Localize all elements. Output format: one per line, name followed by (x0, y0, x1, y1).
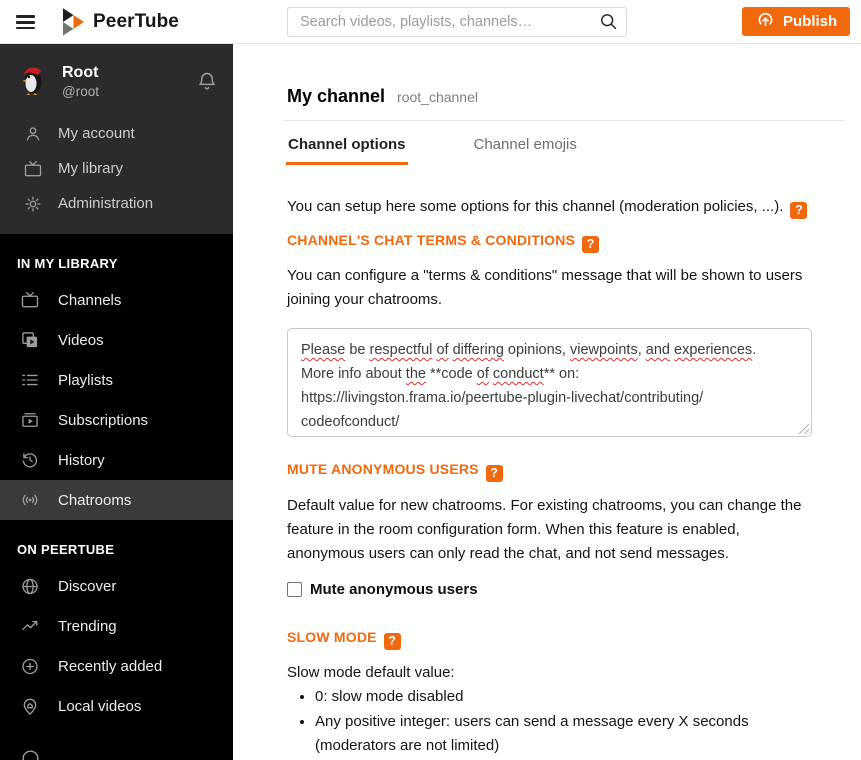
publish-label: Publish (783, 13, 838, 30)
main-content: My channel root_channel Channel options Ch… (233, 44, 861, 760)
sidebar-item-videos[interactable]: Videos (0, 320, 233, 360)
topbar: PeerTube Publish (0, 0, 861, 44)
search-input[interactable] (287, 7, 627, 37)
account-menu: My account My library Administration (0, 116, 233, 221)
sidebar-item-subscriptions[interactable]: Subscriptions (0, 400, 233, 440)
sidebar-item-label: My library (58, 160, 124, 177)
subscriptions-icon (20, 410, 40, 430)
sidebar-sections: IN MY LIBRARY Channels Videos Playlists Subs… (0, 256, 233, 726)
sidebar-item-label: Channels (58, 291, 122, 309)
slow-mode-bullet: Any positive integer: users can send a m… (315, 710, 812, 759)
brand-home-link[interactable]: PeerTube (63, 0, 179, 44)
home-pin-icon (20, 696, 40, 716)
slow-mode-list: 0: slow mode disabledAny positive intege… (287, 685, 812, 759)
globe-icon (20, 576, 40, 596)
peertube-logo-icon (63, 8, 84, 36)
slow-mode-section-heading: SLOW MODE? (287, 629, 401, 650)
intro-paragraph: You can setup here some options for this… (287, 195, 861, 219)
mute-checkbox-row: Mute anonymous users (287, 581, 478, 598)
resize-handle-icon[interactable] (798, 423, 809, 434)
trending-icon (20, 616, 40, 636)
sidebar-section-header: IN MY LIBRARY (17, 256, 118, 271)
help-icon[interactable]: ? (582, 235, 600, 253)
mute-checkbox-label[interactable]: Mute anonymous users (310, 581, 478, 598)
user-display-name: Root (62, 63, 99, 81)
slow-mode-bullet: 0: slow mode disabled (315, 685, 812, 710)
sidebar-item-label: Trending (58, 617, 117, 635)
sidebar: Root @root My account My library Administr… (0, 44, 233, 760)
publish-button[interactable]: Publish (742, 7, 851, 36)
page-title: My channel (287, 86, 386, 106)
sidebar-item-label: Recently added (58, 657, 163, 675)
tab-channel-emojis[interactable]: Channel emojis (472, 136, 579, 165)
sidebar-item-history[interactable]: History (0, 440, 233, 480)
plus-circle-icon (20, 656, 40, 676)
menu-toggle-button[interactable] (16, 12, 36, 32)
sidebar-item-label: Chatrooms (58, 491, 132, 509)
divider (283, 120, 845, 121)
sidebar-item-label: Videos (58, 331, 104, 349)
sidebar-item-label: Playlists (58, 371, 114, 389)
sidebar-item-label: Local videos (58, 697, 142, 715)
search-box (287, 7, 627, 37)
help-icon[interactable]: ? (790, 201, 808, 219)
upload-icon (755, 9, 776, 34)
user-icon (23, 124, 43, 144)
search-icon[interactable] (597, 11, 619, 33)
help-icon[interactable]: ? (485, 464, 503, 482)
sidebar-item-recently-added[interactable]: Recently added (0, 646, 233, 686)
mute-description: Default value for new chatrooms. For exi… (287, 497, 802, 562)
user-row[interactable]: Root @root (0, 44, 233, 116)
videos-icon (20, 330, 40, 350)
mute-anonymous-checkbox[interactable] (287, 582, 302, 597)
sidebar-item-administration[interactable]: Administration (0, 186, 233, 221)
sidebar-section-header: ON PEERTUBE (17, 542, 115, 557)
tab-channel-options[interactable]: Channel options (286, 136, 408, 165)
account-area: Root @root My account My library Administr… (0, 44, 233, 234)
terms-section-heading: CHANNEL'S CHAT TERMS & CONDITIONS? (287, 232, 600, 253)
sidebar-item-label: My account (58, 125, 135, 142)
playlist-icon (20, 370, 40, 390)
tv-icon (23, 159, 43, 179)
brand-name: PeerTube (93, 11, 179, 32)
mute-section-heading: MUTE ANONYMOUS USERS? (287, 461, 503, 482)
sidebar-item-playlists[interactable]: Playlists (0, 360, 233, 400)
sidebar-item-chatrooms[interactable]: Chatrooms (0, 480, 233, 520)
sidebar-item-channels[interactable]: Channels (0, 280, 233, 320)
live-icon (20, 490, 40, 510)
user-handle: @root (62, 84, 99, 100)
sidebar-item-label: Subscriptions (58, 411, 149, 429)
sidebar-item-trending[interactable]: Trending (0, 606, 233, 646)
page-subtitle: root_channel (397, 89, 478, 105)
avatar (16, 62, 50, 101)
sidebar-item-label: History (58, 451, 105, 469)
circle-icon (20, 748, 41, 760)
sidebar-item-my-account[interactable]: My account (0, 116, 233, 151)
tv-icon (20, 290, 40, 310)
help-icon[interactable]: ? (383, 632, 401, 650)
terms-description: You can configure a "terms & conditions"… (287, 267, 803, 308)
sidebar-item-partial[interactable] (0, 748, 233, 760)
sidebar-item-discover[interactable]: Discover (0, 566, 233, 606)
notifications-bell-icon[interactable] (195, 69, 219, 95)
sidebar-item-label: Administration (58, 195, 154, 212)
history-icon (20, 450, 40, 470)
gear-icon (23, 194, 43, 214)
terms-textarea[interactable]: Please be respectful of differing opinio… (287, 328, 812, 437)
tabs: Channel options Channel emojis (286, 136, 579, 165)
sidebar-item-my-library[interactable]: My library (0, 151, 233, 186)
slow-mode-intro: Slow mode default value: (287, 664, 455, 681)
sidebar-item-label: Discover (58, 577, 117, 595)
sidebar-item-local-videos[interactable]: Local videos (0, 686, 233, 726)
